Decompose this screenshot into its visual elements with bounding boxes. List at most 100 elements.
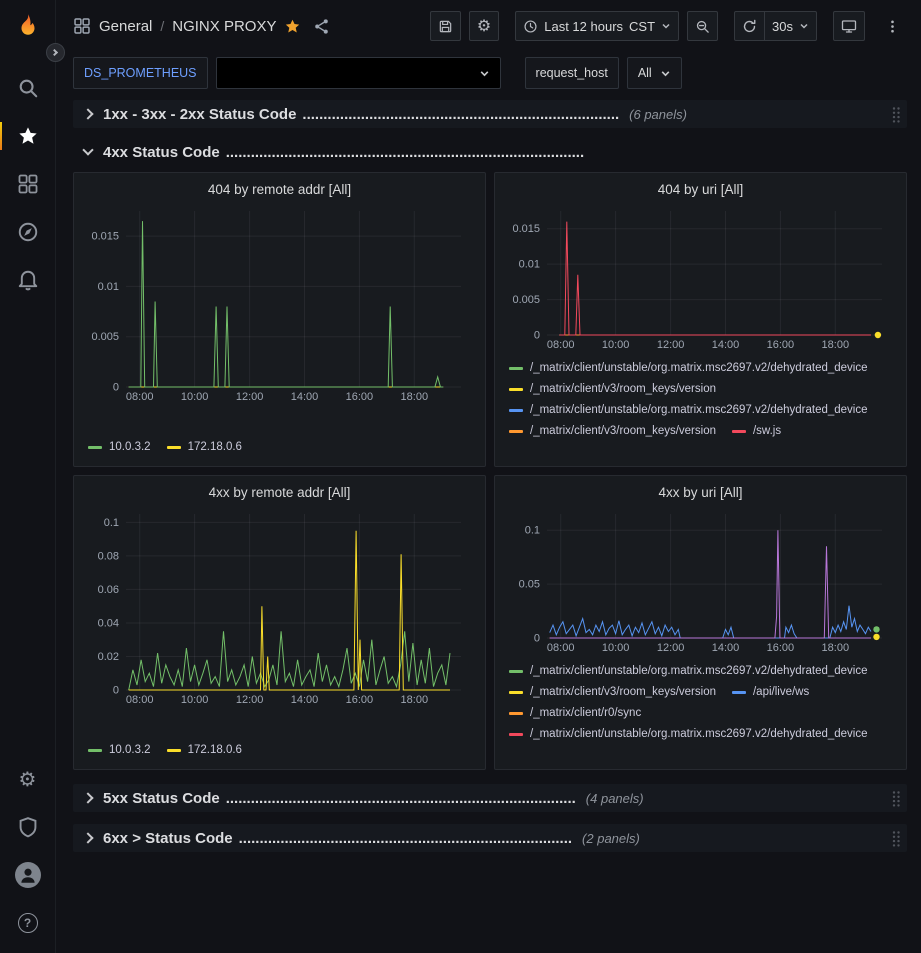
legend-item[interactable]: 172.18.0.6: [167, 740, 242, 761]
chevron-down-icon: [82, 144, 93, 155]
row-title-dots: ........................................…: [226, 790, 576, 807]
legend-item[interactable]: 172.18.0.6: [167, 437, 242, 458]
sidebar: ⚙ ?: [0, 0, 56, 953]
row-title: 4xx Status Code: [103, 144, 220, 161]
dashboard-row-5xx[interactable]: 5xx Status Code ........................…: [73, 784, 907, 812]
sidebar-item-configuration[interactable]: ⚙: [0, 755, 55, 803]
legend-item[interactable]: 10.0.3.2: [88, 437, 151, 458]
chevron-down-icon: [661, 21, 671, 31]
sidebar-item-explore[interactable]: [0, 208, 55, 256]
legend-item[interactable]: /_matrix/client/v3/room_keys/version: [509, 379, 716, 400]
breadcrumb-page-title[interactable]: NGINX PROXY: [172, 18, 276, 35]
variable-value-request-host[interactable]: All: [627, 57, 682, 89]
topbar-actions: ⚙ Last 12 hours CST: [430, 11, 907, 41]
svg-text:14:00: 14:00: [712, 339, 740, 351]
svg-text:08:00: 08:00: [126, 391, 154, 403]
svg-text:0.005: 0.005: [512, 294, 540, 306]
more-options-button[interactable]: [877, 11, 907, 41]
svg-text:10:00: 10:00: [181, 694, 209, 706]
legend-item[interactable]: /_matrix/client/unstable/org.matrix.msc2…: [509, 358, 868, 379]
legend-item[interactable]: /_matrix/client/unstable/org.matrix.msc2…: [509, 400, 868, 421]
grafana-app: ⚙ ?: [0, 0, 921, 953]
svg-text:0.05: 0.05: [519, 579, 540, 591]
timeseries-chart[interactable]: 08:0010:0012:0014:0016:0018:0000.0050.01…: [503, 201, 898, 353]
dashboard-settings-button[interactable]: ⚙: [469, 11, 499, 41]
zoom-out-time-button[interactable]: [687, 11, 718, 41]
chevron-right-icon: [82, 792, 93, 803]
variables-bar: DS_PROMETHEUS request_host All: [56, 52, 921, 92]
dashboard-row-4xx[interactable]: 4xx Status Code ........................…: [73, 138, 907, 166]
sidebar-item-starred[interactable]: [0, 112, 55, 160]
drag-handle-icon: [891, 830, 901, 847]
drag-handle-icon: [891, 106, 901, 123]
variable-label-request-host[interactable]: request_host: [525, 57, 619, 89]
share-dashboard-button[interactable]: [313, 18, 330, 35]
row-drag-handle[interactable]: [891, 790, 901, 807]
svg-text:0.04: 0.04: [98, 618, 119, 630]
sidebar-item-dashboards[interactable]: [0, 160, 55, 208]
row-panel-count: (4 panels): [586, 791, 644, 806]
panel-title[interactable]: 404 by uri [All]: [503, 176, 898, 201]
legend-item[interactable]: /_matrix/client/v3/room_keys/version: [509, 682, 716, 703]
cycle-view-mode-button[interactable]: [833, 11, 865, 41]
timeseries-chart[interactable]: 08:0010:0012:0014:0016:0018:0000.020.040…: [82, 504, 477, 708]
sidebar-expand-button[interactable]: [46, 43, 65, 62]
variable-value-ds-prometheus[interactable]: [216, 57, 501, 89]
breadcrumb-section[interactable]: General: [99, 18, 152, 35]
search-icon: [17, 77, 39, 99]
sidebar-item-help[interactable]: ?: [0, 899, 55, 947]
chevron-down-icon: [799, 21, 809, 31]
variable-label-text: DS_PROMETHEUS: [84, 66, 197, 80]
legend-item[interactable]: /api/live/ws: [732, 682, 809, 703]
svg-text:18:00: 18:00: [401, 694, 429, 706]
breadcrumb: General / NGINX PROXY: [73, 17, 330, 35]
sidebar-item-alerting[interactable]: [0, 256, 55, 304]
dashboard-row-1xx-3xx-2xx[interactable]: 1xx - 3xx - 2xx Status Code ............…: [73, 100, 907, 128]
refresh-dashboard-button[interactable]: [734, 11, 765, 41]
legend: /_matrix/client/unstable/org.matrix.msc2…: [503, 659, 898, 763]
sidebar-item-search[interactable]: [0, 64, 55, 112]
panel-title[interactable]: 404 by remote addr [All]: [82, 176, 477, 201]
dashboard-body: 1xx - 3xx - 2xx Status Code ............…: [56, 92, 921, 953]
variable-label-ds-prometheus[interactable]: DS_PROMETHEUS: [73, 57, 208, 89]
legend-item[interactable]: 10.0.3.2: [88, 740, 151, 761]
row-drag-handle[interactable]: [891, 106, 901, 123]
chevron-right-icon: [82, 832, 93, 843]
grafana-logo[interactable]: [9, 8, 47, 46]
row-drag-handle[interactable]: [891, 830, 901, 847]
sidebar-item-profile[interactable]: [0, 851, 55, 899]
svg-text:12:00: 12:00: [657, 339, 685, 351]
legend-item[interactable]: /_matrix/client/unstable/org.matrix.msc2…: [509, 724, 868, 745]
svg-text:0.005: 0.005: [91, 331, 119, 343]
svg-text:10:00: 10:00: [602, 642, 630, 654]
row-title: 1xx - 3xx - 2xx Status Code: [103, 106, 296, 123]
timeseries-chart[interactable]: 08:0010:0012:0014:0016:0018:0000.0050.01…: [82, 201, 477, 405]
panel-title[interactable]: 4xx by uri [All]: [503, 479, 898, 504]
variable-value-text: All: [638, 66, 652, 80]
legend-item[interactable]: /_matrix/client/v3/room_keys/version: [509, 421, 716, 442]
svg-text:12:00: 12:00: [657, 642, 685, 654]
legend-item[interactable]: /_matrix/client/unstable/org.matrix.msc2…: [509, 661, 868, 682]
panel-title[interactable]: 4xx by remote addr [All]: [82, 479, 477, 504]
dashboard-row-6xx[interactable]: 6xx > Status Code ......................…: [73, 824, 907, 852]
timeseries-chart[interactable]: 08:0010:0012:0014:0016:0018:0000.050.1: [503, 504, 898, 656]
legend-item[interactable]: /_matrix/client/r0/sync: [509, 703, 641, 724]
favorite-star-button[interactable]: [284, 18, 301, 35]
refresh-interval-picker[interactable]: 30s: [764, 11, 817, 41]
sidebar-item-server-admin[interactable]: [0, 803, 55, 851]
sidebar-nav: [0, 64, 55, 304]
legend-item[interactable]: /sw.js: [732, 421, 781, 442]
time-range-picker[interactable]: Last 12 hours CST: [515, 11, 679, 41]
star-icon: [284, 18, 301, 35]
drag-handle-icon: [891, 790, 901, 807]
save-dashboard-button[interactable]: [430, 11, 461, 41]
svg-text:0.02: 0.02: [98, 651, 119, 663]
shield-icon: [17, 816, 39, 838]
svg-text:14:00: 14:00: [291, 391, 319, 403]
svg-text:0: 0: [113, 382, 119, 394]
svg-text:18:00: 18:00: [401, 391, 429, 403]
panel-404-by-remote-addr: 404 by remote addr [All] 08:0010:0012:00…: [73, 172, 486, 467]
svg-text:18:00: 18:00: [822, 339, 850, 351]
svg-text:0.015: 0.015: [91, 231, 119, 243]
svg-text:0.015: 0.015: [512, 223, 540, 235]
